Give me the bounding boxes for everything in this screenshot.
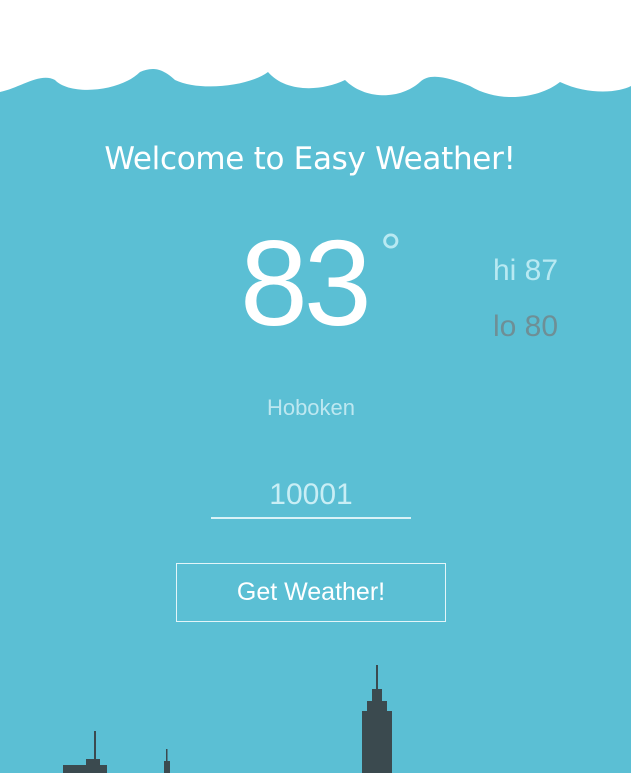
city-name: Hoboken xyxy=(266,395,356,420)
page-title: Welcome to Easy Weather! xyxy=(104,141,516,177)
current-temperature: 83 xyxy=(240,215,372,351)
zip-code-input[interactable] xyxy=(211,473,411,519)
cloud-banner xyxy=(0,0,631,98)
degree-symbol: ° xyxy=(380,223,402,283)
low-temperature: lo 80 xyxy=(493,310,559,343)
high-temperature: hi 87 xyxy=(493,254,559,287)
get-weather-button[interactable]: Get Weather! xyxy=(176,563,446,622)
city-skyline xyxy=(63,665,392,773)
